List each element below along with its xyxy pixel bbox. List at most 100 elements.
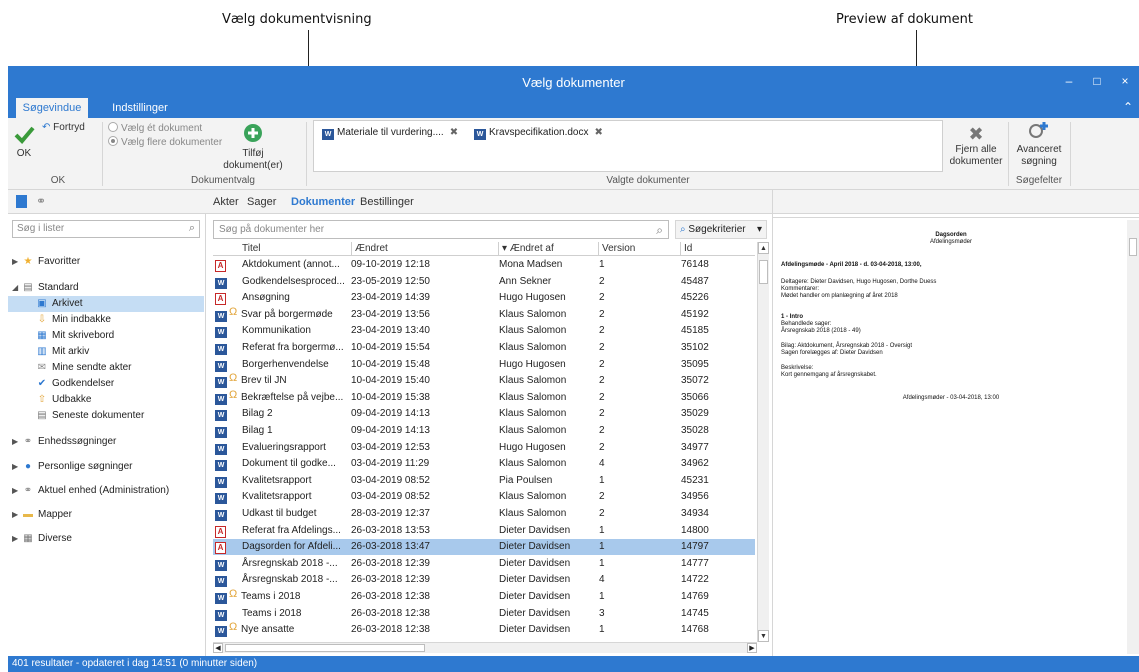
tab-settings[interactable]: Indstillinger xyxy=(100,98,180,118)
tree-item[interactable]: ◢ ▤ Standard xyxy=(8,280,204,296)
expand-arrow-icon[interactable]: ▶ xyxy=(12,434,21,450)
tree-item[interactable]: ✔ Godkendelser xyxy=(8,376,204,392)
minimize-button[interactable]: – xyxy=(1061,73,1077,89)
file-type-cell: W xyxy=(215,506,230,522)
table-row[interactable]: W Årsregnskab 2018 -... 26-03-2018 12:39 Di… xyxy=(213,572,755,588)
remove-doc-icon[interactable]: ✖ xyxy=(450,127,458,138)
column-id[interactable]: Id xyxy=(680,242,755,256)
table-row[interactable]: A Aktdokument (annot... 09-10-2019 12:18 Mo… xyxy=(213,257,755,273)
column-version[interactable]: Version xyxy=(598,242,680,256)
scroll-left-icon[interactable]: ◀ xyxy=(213,643,223,653)
table-row[interactable]: W Kommunikation 23-04-2019 13:40 Klaus Salo… xyxy=(213,323,755,339)
table-row[interactable]: A Dagsorden for Afdeli... 26-03-2018 13:47… xyxy=(213,539,755,556)
column-changed[interactable]: Ændret xyxy=(351,242,498,256)
preview-scrollbar[interactable] xyxy=(1127,220,1139,654)
cell-changed: 10-04-2019 15:48 xyxy=(351,358,430,370)
tree-structure-icon[interactable]: ⚭ xyxy=(36,194,46,208)
tab-acts[interactable]: Akter xyxy=(213,196,239,208)
table-row[interactable]: W Bilag 1 09-04-2019 14:13 Klaus Salomon 2 35… xyxy=(213,423,755,439)
expand-arrow-icon[interactable]: ◢ xyxy=(12,280,21,296)
list-search-placeholder: Søg i lister xyxy=(17,223,65,234)
ok-button[interactable]: OK xyxy=(10,124,38,160)
tab-search-window[interactable]: Søgevindue xyxy=(16,98,88,118)
scroll-thumb[interactable] xyxy=(759,260,768,284)
radio-single-document[interactable]: Vælg ét dokument xyxy=(108,122,202,134)
remove-all-button[interactable]: ✖ Fjern alle dokumenter xyxy=(948,124,1004,168)
table-row[interactable]: W Ω Brev til JN 10-04-2019 15:40 Klaus Salom… xyxy=(213,373,755,389)
expand-arrow-icon[interactable]: ▶ xyxy=(12,531,21,547)
table-row[interactable]: W Kvalitetsrapport 03-04-2019 08:52 Pia Pou… xyxy=(213,473,755,489)
tree-item[interactable]: ▥ Mit arkiv xyxy=(8,344,204,360)
tree-item[interactable]: ⇧ Udbakke xyxy=(8,392,204,408)
tree-item[interactable]: ▶ ⚭ Enhedssøgninger xyxy=(8,434,204,450)
scroll-up-icon[interactable]: ▲ xyxy=(758,242,769,254)
tab-orders[interactable]: Bestillinger xyxy=(360,196,414,208)
tree-item[interactable]: ▶ ▬ Mapper xyxy=(8,507,204,523)
table-horizontal-scrollbar[interactable]: ◀ ▶ xyxy=(213,642,757,653)
table-row[interactable]: W Borgerhenvendelse 10-04-2019 15:48 Hugo H… xyxy=(213,357,755,373)
column-changed-by[interactable]: ▾ Ændret af xyxy=(498,242,598,256)
expand-arrow-icon[interactable]: ▶ xyxy=(12,483,21,499)
table-row[interactable]: W Bilag 2 09-04-2019 14:13 Klaus Salomon 2 35… xyxy=(213,406,755,422)
table-row[interactable]: A Ansøgning 23-04-2019 14:39 Hugo Hugosen 2 4… xyxy=(213,290,755,306)
table-row[interactable]: W Teams i 2018 26-03-2018 12:38 Dieter Davi… xyxy=(213,606,755,622)
tree-item[interactable]: ⇩ Min indbakke xyxy=(8,312,204,328)
table-row[interactable]: W Ω Teams i 2018 26-03-2018 12:38 Dieter Dav… xyxy=(213,589,755,605)
expand-arrow-icon[interactable]: ▶ xyxy=(12,254,21,270)
table-row[interactable]: W Evalueringsrapport 03-04-2019 12:53 Hugo … xyxy=(213,440,755,456)
maximize-button[interactable]: □ xyxy=(1089,73,1105,89)
document-search-input[interactable]: Søg på dokumenter her ⌕ xyxy=(213,220,669,239)
expand-arrow-icon[interactable]: ▶ xyxy=(12,459,21,475)
tree-item[interactable]: ▶ ★ Favoritter xyxy=(8,254,204,270)
add-documents-button[interactable]: Tilføj dokument(er) xyxy=(223,122,283,172)
cell-id: 45487 xyxy=(681,275,709,287)
advanced-search-button[interactable]: Avanceret søgning xyxy=(1012,120,1066,168)
scroll-thumb[interactable] xyxy=(1129,238,1137,256)
tree-item[interactable]: ▶ ⚭ Aktuel enhed (Administration) xyxy=(8,483,204,499)
search-icon[interactable]: ⌕ xyxy=(656,223,663,238)
tree-item[interactable]: ▦ Mit skrivebord xyxy=(8,328,204,344)
table-row[interactable]: W Ω Svar på borgermøde 23-04-2019 13:56 Klau… xyxy=(213,307,755,323)
scroll-right-icon[interactable]: ▶ xyxy=(747,643,757,653)
table-row[interactable]: W Ω Nye ansatte 26-03-2018 12:38 Dieter Davi… xyxy=(213,622,755,638)
scroll-thumb[interactable] xyxy=(225,644,425,652)
table-row[interactable]: W Godkendelsesproced... 23-05-2019 12:50 An… xyxy=(213,274,755,290)
table-row[interactable]: W Kvalitetsrapport 03-04-2019 08:52 Klaus S… xyxy=(213,489,755,505)
list-search-input[interactable]: Søg i lister ⌕ xyxy=(12,220,200,238)
word-icon: W xyxy=(215,576,227,588)
table-row[interactable]: W Årsregnskab 2018 -... 26-03-2018 12:39 Di… xyxy=(213,556,755,572)
tab-documents[interactable]: Dokumenter xyxy=(291,196,355,208)
table-vertical-scrollbar[interactable]: ▲ ▼ xyxy=(757,242,769,642)
tab-cases[interactable]: Sager xyxy=(247,196,276,208)
table-row[interactable]: W Ω Bekræftelse på vejbe... 10-04-2019 15:3… xyxy=(213,390,755,406)
table-row[interactable]: W Referat fra borgermø... 10-04-2019 15:54… xyxy=(213,340,755,356)
tree-item[interactable]: ▶ ▦ Diverse xyxy=(8,531,204,547)
document-icon[interactable] xyxy=(16,195,27,208)
column-title[interactable]: Titel xyxy=(239,242,351,256)
table-row[interactable]: W Udkast til budget 28-03-2019 12:37 Klaus … xyxy=(213,506,755,522)
search-criteria-button[interactable]: ⌕ Søgekriterier ▾ xyxy=(675,220,767,239)
scroll-down-icon[interactable]: ▼ xyxy=(758,630,769,642)
radio-multiple-documents[interactable]: Vælg flere dokumenter xyxy=(108,136,222,148)
tree-item[interactable]: ▣ Arkivet xyxy=(8,296,204,312)
selected-documents-box[interactable]: W Materiale til vurdering.... ✖ W Kravspeci… xyxy=(313,120,943,172)
selected-doc-chip[interactable]: W Materiale til vurdering.... ✖ xyxy=(322,127,458,140)
table-row[interactable]: W Dokument til godke... 03-04-2019 11:29 Kl… xyxy=(213,456,755,472)
cell-version: 2 xyxy=(599,308,605,320)
remove-doc-icon[interactable]: ✖ xyxy=(595,127,603,138)
selected-doc-chip[interactable]: W Kravspecifikation.docx ✖ xyxy=(474,127,603,140)
cell-version: 1 xyxy=(599,541,605,553)
word-icon: W xyxy=(215,427,227,438)
collapse-ribbon-icon[interactable]: ⌃ xyxy=(1123,100,1133,114)
tree-item[interactable]: ✉ Mine sendte akter xyxy=(8,360,204,376)
tree-item[interactable]: ▶ ● Personlige søgninger xyxy=(8,459,204,475)
selected-doc-label: Kravspecifikation.docx xyxy=(489,127,589,138)
tree-item[interactable]: ▤ Seneste dokumenter xyxy=(8,408,204,424)
search-icon[interactable]: ⌕ xyxy=(189,222,195,235)
close-button[interactable]: × xyxy=(1117,73,1133,89)
table-row[interactable]: A Referat fra Afdelings... 26-03-2018 13:5… xyxy=(213,523,755,539)
undo-button[interactable]: ↶ Fortryd xyxy=(42,122,94,134)
cell-version: 2 xyxy=(599,425,605,436)
expand-arrow-icon[interactable]: ▶ xyxy=(12,507,21,523)
cell-title: Nye ansatte xyxy=(241,624,295,636)
